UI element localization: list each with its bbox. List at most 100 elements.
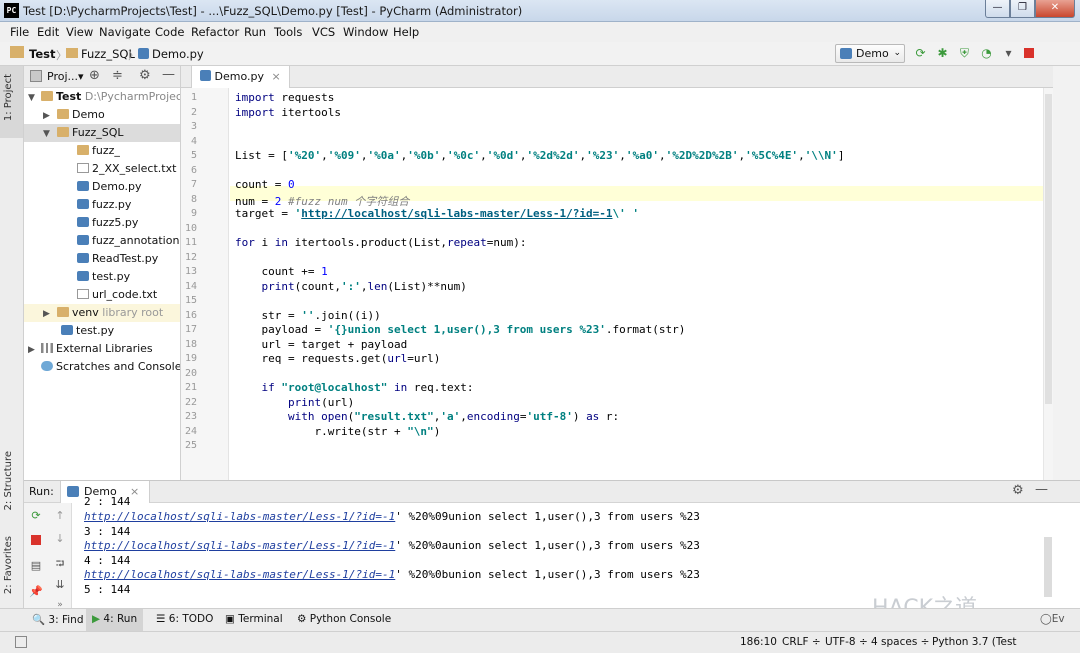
run-toolbar: ⟳ ↑ ↓ ⮒ ▤ ⇊ 📌 » [24, 503, 72, 610]
expanded-arrow-icon[interactable]: ▼ [28, 93, 35, 103]
menu-window[interactable]: Window [343, 25, 388, 39]
menu-tools[interactable]: Tools [274, 25, 302, 39]
tree-item-url-code[interactable]: url_code.txt [77, 286, 157, 304]
terminal-tool-tab[interactable]: ▣ Terminal [225, 613, 283, 625]
menu-refactor[interactable]: Refactor [191, 25, 239, 39]
tree-item-venv[interactable]: venv library root [57, 304, 163, 322]
maximize-button[interactable]: ❐ [1010, 0, 1035, 18]
line-separator-selector[interactable]: CRLF ÷ [782, 636, 821, 648]
coverage-icon[interactable]: ⛨ [957, 46, 972, 61]
soft-wrap-icon[interactable]: ⮒ [52, 555, 68, 574]
gear-icon[interactable]: ⚙ [139, 68, 151, 83]
tree-item-demo-py[interactable]: Demo.py [77, 178, 141, 196]
menu-view[interactable]: View [66, 25, 93, 39]
collapse-all-icon[interactable]: ≑ [112, 68, 123, 83]
find-tool-tab[interactable]: 🔍 3: Find [32, 613, 84, 626]
rerun-icon[interactable]: ⟳ [913, 46, 928, 61]
tree-item-readtest-py[interactable]: ReadTest.py [77, 250, 158, 268]
scroll-to-end-icon[interactable]: ⇊ [52, 578, 68, 591]
window-titlebar: PC Test [D:\PycharmProjects\Test] - ...\… [0, 0, 1080, 22]
collapsed-arrow-icon[interactable]: ▶ [43, 309, 50, 319]
menu-navigate[interactable]: Navigate [99, 25, 151, 39]
project-view-dropdown[interactable]: Proj...▾ [47, 70, 84, 83]
close-tab-icon[interactable]: × [130, 485, 139, 498]
menu-edit[interactable]: Edit [37, 25, 59, 39]
favorites-tool-tab[interactable]: 2: Favorites [3, 536, 14, 594]
stop-icon[interactable] [1024, 48, 1034, 58]
menu-vcs[interactable]: VCS [312, 25, 335, 39]
encoding-selector[interactable]: UTF-8 ÷ [825, 636, 868, 648]
line-number: 8 [190, 194, 197, 205]
interpreter-selector[interactable]: Python 3.7 (Test [932, 636, 1017, 648]
pin-icon[interactable]: 📌 [28, 585, 44, 598]
tree-item-external-libraries[interactable]: External Libraries [41, 340, 153, 358]
stop-icon[interactable] [31, 535, 41, 545]
menu-code[interactable]: Code [155, 25, 184, 39]
line-number: 11 [185, 237, 198, 248]
rerun-icon[interactable]: ⟳ [28, 509, 44, 522]
tree-item-2-xx-select[interactable]: 2_XX_select.txt [77, 160, 176, 178]
locate-icon[interactable]: ⊕ [89, 68, 100, 83]
folder-icon [10, 46, 24, 58]
hide-panel-icon[interactable]: — [1035, 482, 1048, 497]
tree-item-test-py[interactable]: test.py [77, 268, 130, 286]
run-config-dropdown[interactable]: Demo ⌄ [835, 44, 905, 63]
expanded-arrow-icon[interactable]: ▼ [43, 129, 50, 139]
list-icon: ☰ [156, 613, 166, 625]
breadcrumb-demo-py[interactable]: Demo.py [152, 47, 204, 61]
python-console-tool-tab[interactable]: ⚙ Python Console [297, 613, 391, 625]
gear-icon[interactable]: ⚙ [1012, 483, 1024, 498]
editor-tab-bar: Demo.py × [181, 66, 1053, 88]
code-line-23: with open("result.txt",'a',encoding='utf… [287, 410, 620, 423]
menu-help[interactable]: Help [393, 25, 419, 39]
scrollbar-thumb[interactable] [1045, 94, 1052, 404]
code-line-24: r.write(str + "\n") [235, 425, 441, 438]
output-scrollbar-thumb[interactable] [1044, 537, 1052, 597]
event-log-tab[interactable]: ◯Ev [1040, 613, 1065, 625]
tree-item-fuzz-py[interactable]: fuzz.py [77, 196, 131, 214]
output-line: http://localhost/sqli-labs-master/Less-1… [84, 568, 700, 581]
search-icon: 🔍 [32, 614, 46, 626]
breadcrumb-test[interactable]: Test [29, 47, 55, 61]
menu-run[interactable]: Run [244, 25, 266, 39]
down-arrow-icon[interactable]: ↓ [52, 532, 68, 545]
editor-scrollbar[interactable] [1043, 88, 1053, 480]
editor-tab-demo-py[interactable]: Demo.py × [191, 66, 290, 88]
project-tool-tab[interactable]: 1: Project [3, 74, 14, 121]
code-editor[interactable]: Demo.py × 1 2 3 4 5 6 7 8 9 10 11 12 13 14 15 16 17 18 19 2… [181, 66, 1053, 480]
tree-item-fuzz-sql[interactable]: Fuzz_SQL [57, 124, 124, 142]
python-file-icon [77, 199, 89, 209]
collapsed-arrow-icon[interactable]: ▶ [28, 345, 35, 355]
indent-selector[interactable]: 4 spaces ÷ [871, 636, 929, 648]
menu-file[interactable]: File [10, 25, 29, 39]
tree-item-root-test-py[interactable]: test.py [61, 322, 114, 340]
profile-icon[interactable]: ◔ [979, 46, 994, 61]
tree-item-test[interactable]: Test D:\PycharmProjects [41, 88, 180, 106]
close-button[interactable]: ✕ [1035, 0, 1075, 18]
hide-panel-icon[interactable]: — [162, 67, 175, 82]
line-number: 3 [190, 121, 197, 132]
close-tab-icon[interactable]: × [271, 70, 280, 83]
debug-icon[interactable]: ✱ [935, 46, 950, 61]
more-run-icon[interactable]: ▾ [1001, 46, 1016, 61]
run-tool-tab[interactable]: ▶ 4: Run [86, 609, 144, 631]
breadcrumb-fuzz-sql[interactable]: Fuzz_SQL [81, 47, 135, 61]
toggle-tool-windows-icon[interactable] [15, 636, 27, 648]
tree-item-fuzz-folder[interactable]: fuzz_ [77, 142, 120, 160]
tree-item-fuzz-annotation-py[interactable]: fuzz_annotation.py [77, 232, 180, 250]
tree-item-scratches[interactable]: Scratches and Consoles [41, 358, 180, 376]
structure-tool-tab[interactable]: 2: Structure [3, 451, 14, 510]
minimize-button[interactable]: — [985, 0, 1010, 18]
collapsed-arrow-icon[interactable]: ▶ [43, 111, 50, 121]
caret-position[interactable]: 186:10 [740, 636, 777, 648]
tree-item-demo[interactable]: Demo [57, 106, 105, 124]
line-number: 6 [190, 165, 197, 176]
todo-tool-tab[interactable]: ☰ 6: TODO [156, 613, 213, 625]
line-number: 15 [185, 295, 198, 306]
output-line: 5 : 144 [84, 583, 131, 596]
layout-icon[interactable]: ▤ [28, 559, 44, 572]
up-arrow-icon[interactable]: ↑ [52, 509, 68, 522]
code-line-14: print(count,':',len(List)**num) [261, 280, 467, 293]
library-icon [41, 343, 53, 353]
tree-item-fuzz5-py[interactable]: fuzz5.py [77, 214, 138, 232]
